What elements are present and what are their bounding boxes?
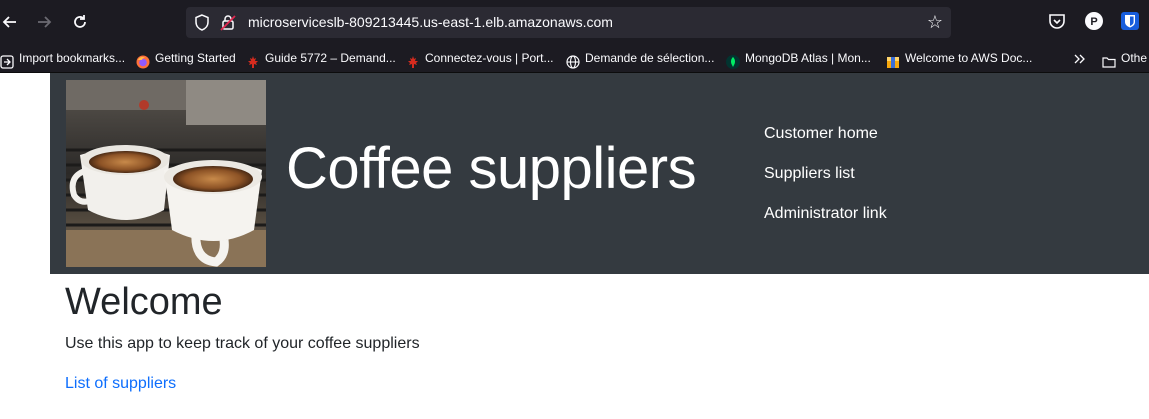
bookmark-connectez-vous[interactable]: Connectez-vous | Port... (406, 44, 556, 72)
bookmark-star-icon[interactable]: ☆ (927, 12, 943, 33)
back-arrow-icon[interactable] (0, 12, 20, 32)
bookmark-import[interactable]: Import bookmarks... (0, 44, 128, 72)
maple-leaf-icon (246, 51, 260, 68)
firefox-icon (136, 51, 150, 69)
bookmark-label: MongoDB Atlas | Mon... (745, 51, 871, 65)
bookmark-label: Connectez-vous | Port... (425, 51, 554, 65)
bookmark-demande-de-selection[interactable]: Demande de sélection... (566, 44, 718, 72)
mongodb-leaf-icon (726, 51, 740, 69)
espresso-cups-image (66, 80, 266, 267)
site-header: Coffee suppliers Customer home Suppliers… (50, 73, 1149, 274)
site-title: Coffee suppliers (286, 136, 697, 201)
page-heading: Welcome (65, 281, 223, 323)
maple-leaf-icon (406, 51, 420, 68)
intro-text: Use this app to keep track of your coffe… (65, 335, 420, 352)
bookmark-mongodb-atlas[interactable]: MongoDB Atlas | Mon... (726, 44, 878, 72)
bookmark-label: Welcome to AWS Doc... (905, 51, 1033, 65)
aws-icon (886, 51, 900, 68)
import-icon (0, 51, 14, 69)
bookmark-label: Guide 5772 – Demand... (265, 51, 396, 65)
list-of-suppliers-link[interactable]: List of suppliers (65, 375, 176, 393)
globe-icon (566, 51, 580, 69)
bookmark-aws-docs[interactable]: Welcome to AWS Doc... (886, 44, 1036, 72)
folder-icon (1102, 51, 1116, 68)
tracking-protection-shield-icon[interactable] (194, 14, 210, 35)
bookmark-label: Othe (1121, 51, 1148, 65)
url-text[interactable]: microserviceslb-809213445.us-east-1.elb.… (248, 7, 613, 38)
forward-arrow-icon[interactable] (34, 12, 54, 32)
reload-icon[interactable] (70, 12, 90, 32)
bookmark-getting-started[interactable]: Getting Started (136, 44, 236, 72)
bookmark-label: Import bookmarks... (19, 51, 126, 65)
bookmark-label: Getting Started (155, 51, 236, 65)
svg-text:P: P (1090, 16, 1097, 28)
nav-administrator-link[interactable]: Administrator link (764, 205, 887, 223)
other-bookmarks-folder[interactable]: Othe (1102, 44, 1149, 72)
nav-suppliers-list[interactable]: Suppliers list (764, 165, 855, 183)
insecure-lock-icon[interactable] (220, 14, 236, 35)
profile-avatar-icon[interactable]: P (1083, 10, 1105, 32)
more-bookmarks-chevron-icon[interactable] (1073, 44, 1089, 72)
bookmarks-toolbar: Import bookmarks... Getting Started Guid… (0, 44, 1149, 73)
address-bar[interactable]: microserviceslb-809213445.us-east-1.elb.… (186, 7, 951, 38)
pocket-icon[interactable] (1046, 10, 1068, 32)
bitwarden-extension-icon[interactable] (1119, 10, 1141, 32)
bookmark-label: Demande de sélection... (585, 51, 715, 65)
bookmark-guide-5772[interactable]: Guide 5772 – Demand... (246, 44, 396, 72)
browser-toolbar: microserviceslb-809213445.us-east-1.elb.… (0, 0, 1149, 44)
nav-customer-home[interactable]: Customer home (764, 125, 878, 143)
